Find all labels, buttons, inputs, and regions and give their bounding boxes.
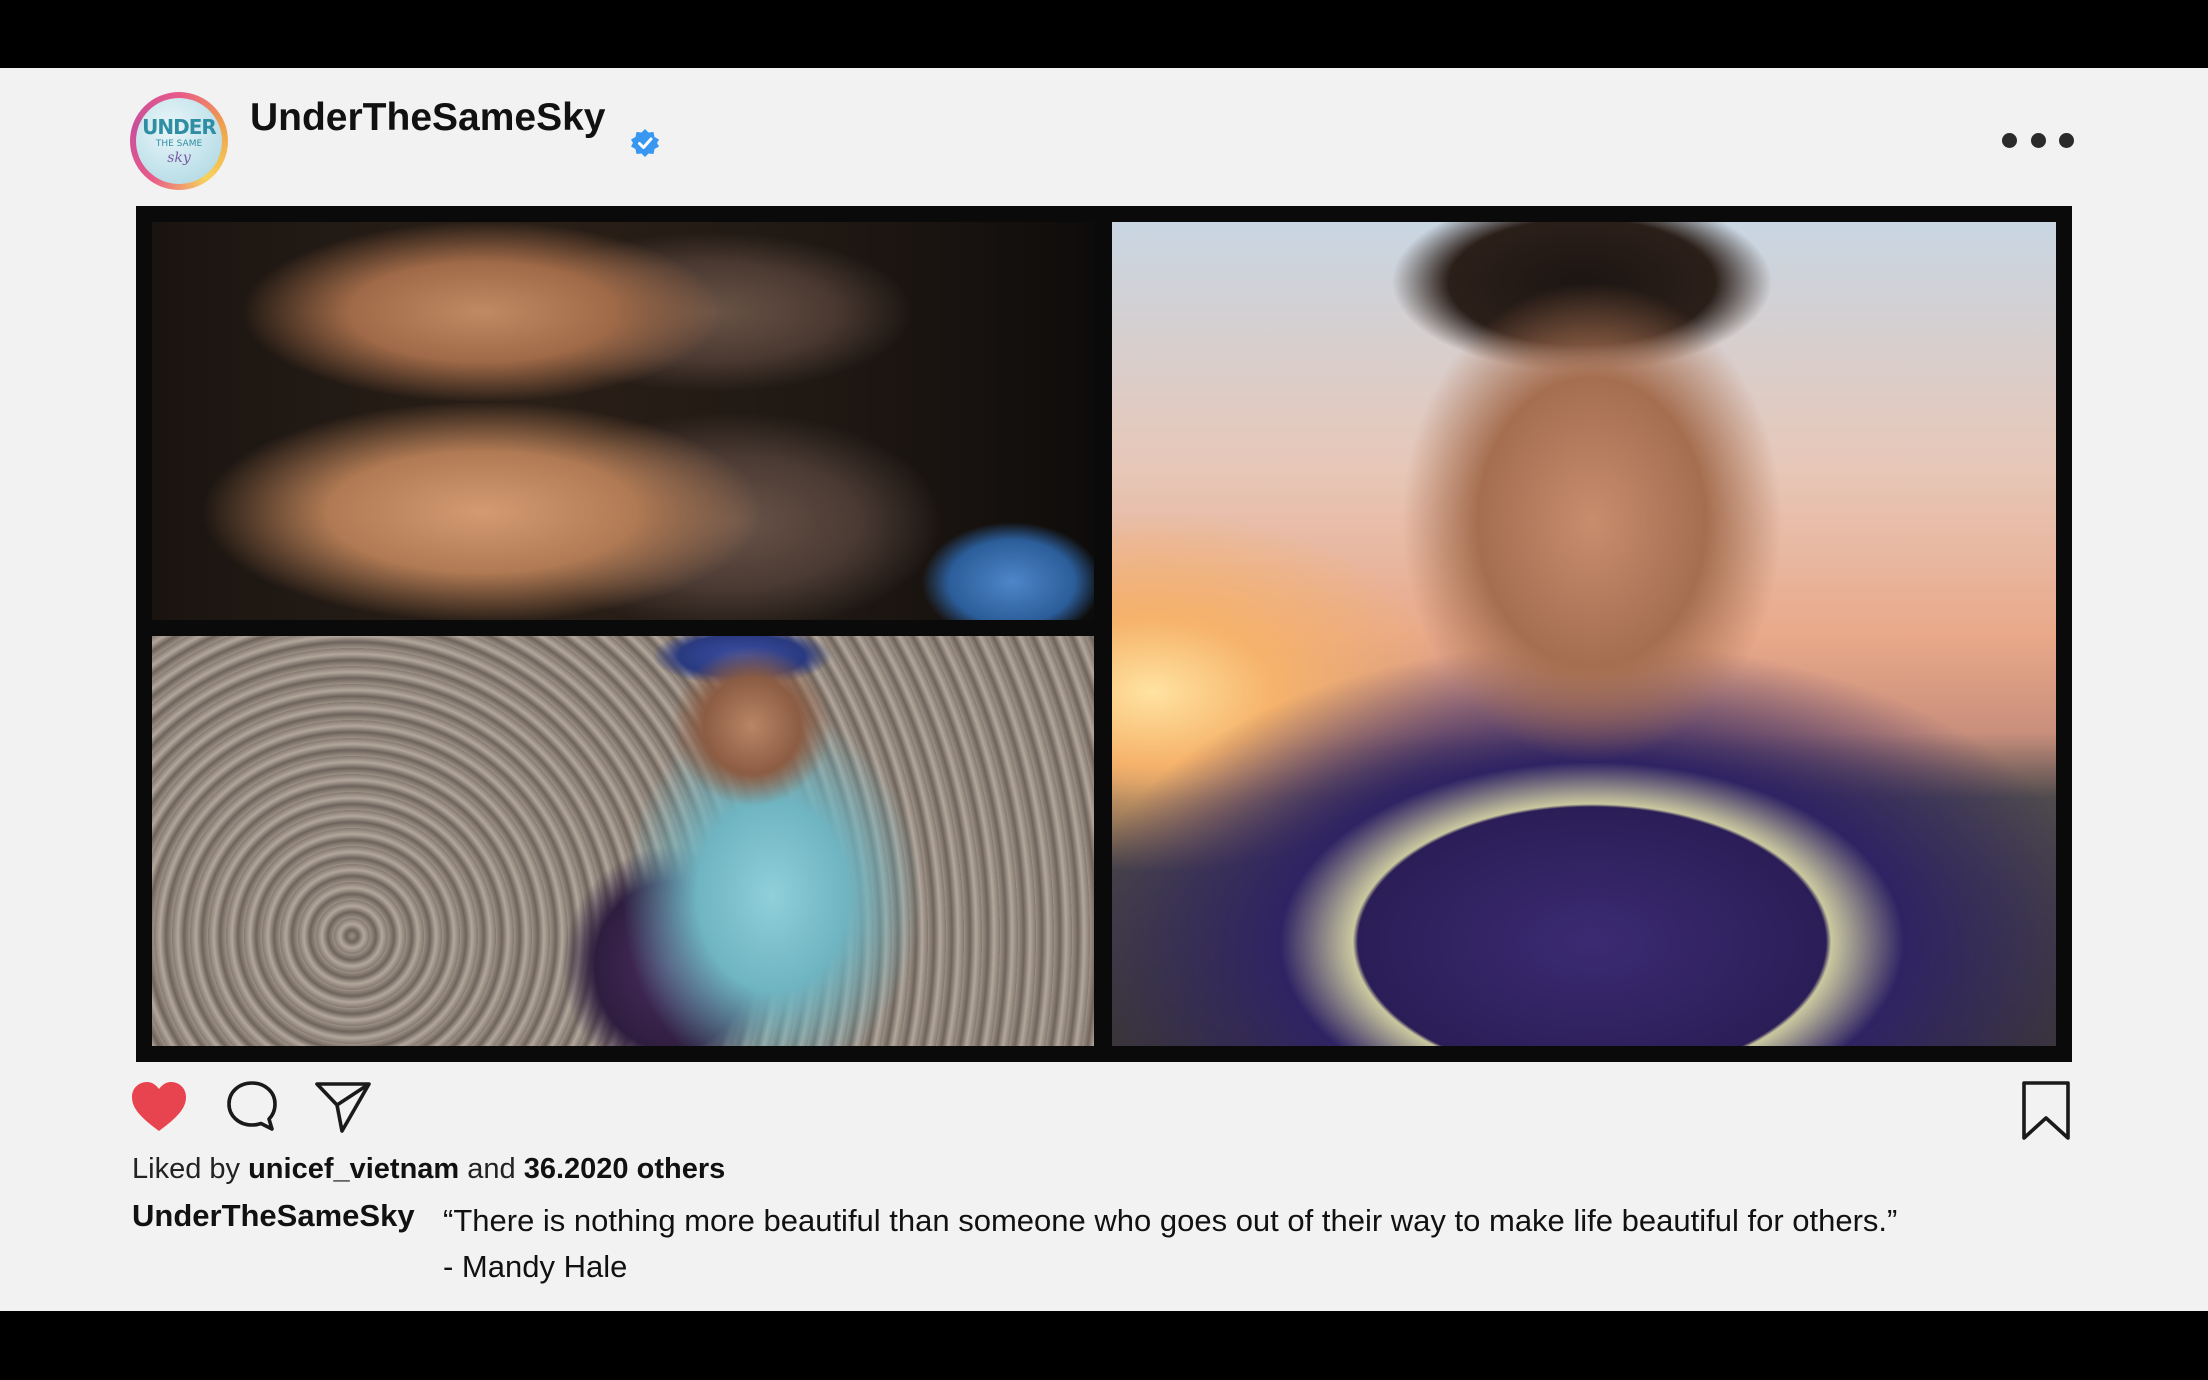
likes-summary: Liked by unicef_vietnam and 36.2020 othe… — [132, 1153, 725, 1186]
likes-others-count[interactable]: 36.2020 others — [524, 1153, 726, 1185]
account-username[interactable]: UnderTheSameSky — [250, 96, 605, 140]
paper-plane-icon[interactable] — [314, 1080, 372, 1134]
heart-icon[interactable] — [130, 1080, 188, 1134]
caption-quote: “There is nothing more beautiful than so… — [443, 1203, 1898, 1238]
comment-icon[interactable] — [226, 1080, 278, 1132]
avatar-text-under: UNDER — [142, 115, 217, 139]
dot-icon — [2030, 132, 2046, 148]
likes-joiner: and — [467, 1153, 516, 1185]
avatar-text-sky: sky — [167, 150, 191, 166]
bookmark-icon[interactable] — [2020, 1080, 2072, 1142]
avatar-logo: UNDER THE SAME sky — [136, 98, 222, 184]
child-on-rocks-photo — [152, 636, 1094, 1046]
hands-photo — [152, 222, 1094, 620]
caption-text: “There is nothing more beautiful than so… — [443, 1198, 1897, 1290]
action-bar — [130, 1080, 2078, 1140]
caption-username[interactable]: UnderTheSameSky — [132, 1198, 415, 1234]
likes-prefix: Liked by — [132, 1153, 241, 1185]
smiling-man-sunset-photo — [1112, 222, 2056, 1046]
more-options-button[interactable] — [2002, 130, 2074, 150]
caption-attribution: - Mandy Hale — [443, 1249, 628, 1284]
instagram-post: UNDER THE SAME sky UnderTheSameSky Liked… — [0, 68, 2208, 1311]
avatar-text-the-same: THE SAME — [155, 139, 203, 149]
dot-icon — [2002, 132, 2017, 148]
dot-icon — [2059, 132, 2074, 148]
media-collage[interactable] — [136, 206, 2072, 1062]
liker-username[interactable]: unicef_vietnam — [248, 1153, 459, 1185]
verified-badge-icon — [631, 129, 659, 157]
account-avatar[interactable]: UNDER THE SAME sky — [130, 92, 228, 190]
